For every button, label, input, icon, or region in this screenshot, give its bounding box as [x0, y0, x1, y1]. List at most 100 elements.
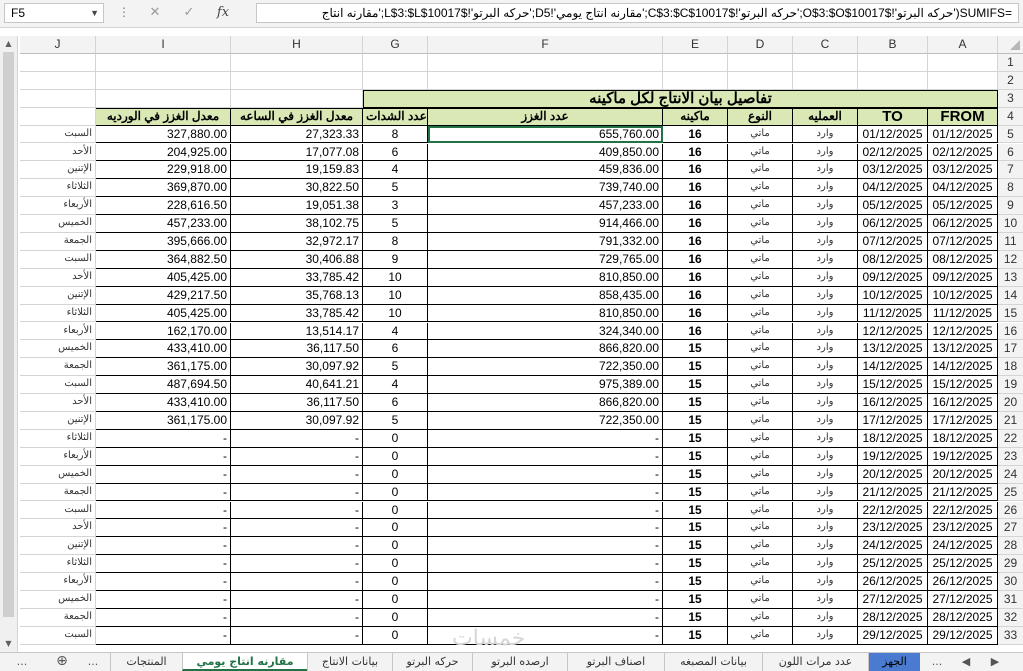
machine-cell[interactable]: 15 — [663, 358, 728, 377]
day-cell[interactable]: الإتنين — [20, 537, 96, 556]
rate-shift-cell[interactable]: 405,425.00 — [96, 304, 231, 323]
type-cell[interactable]: ماتي — [728, 501, 793, 520]
type-cell[interactable]: ماتي — [728, 268, 793, 287]
sheet-tab[interactable]: المنتجات — [110, 653, 182, 671]
yarn-qty-cell[interactable]: 975,389.00 — [428, 376, 663, 395]
yarn-qty-cell[interactable]: - — [428, 591, 663, 609]
yarn-qty-cell[interactable]: 866,820.00 — [428, 340, 663, 359]
machine-cell[interactable]: 16 — [663, 125, 728, 144]
day-cell[interactable]: الأحد — [20, 268, 96, 287]
tab-scroll-right-icon[interactable]: ▶ — [985, 653, 1005, 671]
pulls-cell[interactable]: 5 — [363, 215, 428, 233]
column-header-h[interactable]: H — [231, 36, 363, 54]
day-cell[interactable]: الثلاثاء — [20, 179, 96, 198]
yarn-qty-cell[interactable]: 655,760.00 — [428, 125, 663, 144]
enter-icon[interactable]: ✓ — [172, 3, 206, 23]
machine-cell[interactable]: 16 — [663, 215, 728, 233]
operation-cell[interactable]: وارد — [793, 143, 858, 162]
rate-hour-cell[interactable]: 13,514.17 — [231, 322, 363, 341]
row-header[interactable]: 21 — [998, 412, 1023, 430]
pulls-cell[interactable]: 0 — [363, 573, 428, 591]
pulls-cell[interactable]: 10 — [363, 304, 428, 323]
to-cell[interactable]: 29/12/2025 — [858, 626, 928, 645]
day-cell[interactable]: الجمعة — [20, 483, 96, 502]
pulls-cell[interactable]: 0 — [363, 447, 428, 466]
rate-shift-cell[interactable]: 395,666.00 — [96, 233, 231, 251]
cell[interactable] — [663, 71, 728, 90]
scroll-up-icon[interactable]: ▲ — [0, 36, 17, 52]
day-cell[interactable]: السبت — [20, 501, 96, 520]
yarn-qty-cell[interactable]: 409,850.00 — [428, 143, 663, 162]
machine-cell[interactable]: 15 — [663, 501, 728, 520]
row-header[interactable]: 30 — [998, 573, 1023, 591]
operation-cell[interactable]: وارد — [793, 358, 858, 377]
rate-hour-cell[interactable]: - — [231, 591, 363, 609]
formula-input[interactable]: =SUMIFS('حركه البرتو'!$O$3:$O$10017;'حرك… — [256, 3, 1019, 23]
row-header[interactable]: 28 — [998, 537, 1023, 556]
rate-hour-cell[interactable]: 19,051.38 — [231, 197, 363, 216]
from-cell[interactable]: 20/12/2025 — [928, 465, 998, 484]
machine-cell[interactable]: 16 — [663, 304, 728, 323]
to-cell[interactable]: 07/12/2025 — [858, 233, 928, 251]
pulls-cell[interactable]: 0 — [363, 608, 428, 627]
machine-cell[interactable]: 16 — [663, 161, 728, 180]
row-header[interactable]: 27 — [998, 519, 1023, 538]
machine-cell[interactable]: 16 — [663, 197, 728, 216]
type-cell[interactable]: ماتي — [728, 233, 793, 251]
yarn-qty-cell[interactable]: 810,850.00 — [428, 304, 663, 323]
to-cell[interactable]: 21/12/2025 — [858, 483, 928, 502]
cell[interactable] — [231, 71, 363, 90]
day-cell[interactable]: الجمعة — [20, 608, 96, 627]
to-cell[interactable]: 13/12/2025 — [858, 340, 928, 359]
operation-cell[interactable]: وارد — [793, 233, 858, 251]
type-cell[interactable]: ماتي — [728, 286, 793, 305]
pulls-cell[interactable]: 6 — [363, 394, 428, 412]
yarn-qty-cell[interactable]: 722,350.00 — [428, 412, 663, 430]
rate-hour-cell[interactable]: 33,785.42 — [231, 268, 363, 287]
row-header[interactable]: 8 — [998, 179, 1023, 198]
from-cell[interactable]: 08/12/2025 — [928, 250, 998, 269]
yarn-qty-cell[interactable]: 914,466.00 — [428, 215, 663, 233]
cell[interactable] — [928, 71, 998, 90]
day-cell[interactable]: السبت — [20, 376, 96, 395]
day-cell[interactable]: الثلاثاء — [20, 429, 96, 448]
day-cell[interactable]: الأحد — [20, 143, 96, 162]
cell[interactable] — [663, 54, 728, 72]
row-header[interactable]: 19 — [998, 376, 1023, 395]
yarn-qty-cell[interactable]: 722,350.00 — [428, 358, 663, 377]
select-all-corner[interactable] — [998, 36, 1023, 54]
from-cell[interactable]: 01/12/2025 — [928, 125, 998, 144]
day-cell[interactable]: الأحد — [20, 519, 96, 538]
cell[interactable] — [793, 71, 858, 90]
operation-cell[interactable]: وارد — [793, 340, 858, 359]
sheet-tab[interactable]: عدد مرات اللون — [762, 653, 868, 671]
from-cell[interactable]: 04/12/2025 — [928, 179, 998, 198]
machine-cell[interactable]: 15 — [663, 376, 728, 395]
rate-shift-cell[interactable]: 429,217.50 — [96, 286, 231, 305]
rate-hour-cell[interactable]: 27,323.33 — [231, 125, 363, 144]
type-cell[interactable]: ماتي — [728, 358, 793, 377]
type-cell[interactable]: ماتي — [728, 376, 793, 395]
rate-hour-cell[interactable]: - — [231, 626, 363, 645]
machine-cell[interactable]: 15 — [663, 340, 728, 359]
to-cell[interactable]: 15/12/2025 — [858, 376, 928, 395]
rate-hour-cell[interactable]: - — [231, 483, 363, 502]
rate-hour-cell[interactable]: - — [231, 429, 363, 448]
rate-shift-cell[interactable]: 162,170.00 — [96, 322, 231, 341]
machine-cell[interactable]: 15 — [663, 573, 728, 591]
pulls-cell[interactable]: 10 — [363, 268, 428, 287]
from-cell[interactable]: 16/12/2025 — [928, 394, 998, 412]
type-cell[interactable]: ماتي — [728, 537, 793, 556]
operation-cell[interactable]: وارد — [793, 161, 858, 180]
to-cell[interactable]: 03/12/2025 — [858, 161, 928, 180]
cell[interactable] — [728, 71, 793, 90]
cell[interactable] — [428, 54, 663, 72]
to-cell[interactable]: 16/12/2025 — [858, 394, 928, 412]
from-cell[interactable]: 15/12/2025 — [928, 376, 998, 395]
column-header-c[interactable]: C — [793, 36, 858, 54]
day-cell[interactable]: الثلاثاء — [20, 304, 96, 323]
rate-hour-cell[interactable]: - — [231, 501, 363, 520]
row-header[interactable]: 24 — [998, 465, 1023, 484]
machine-cell[interactable]: 16 — [663, 250, 728, 269]
to-cell[interactable]: 19/12/2025 — [858, 447, 928, 466]
